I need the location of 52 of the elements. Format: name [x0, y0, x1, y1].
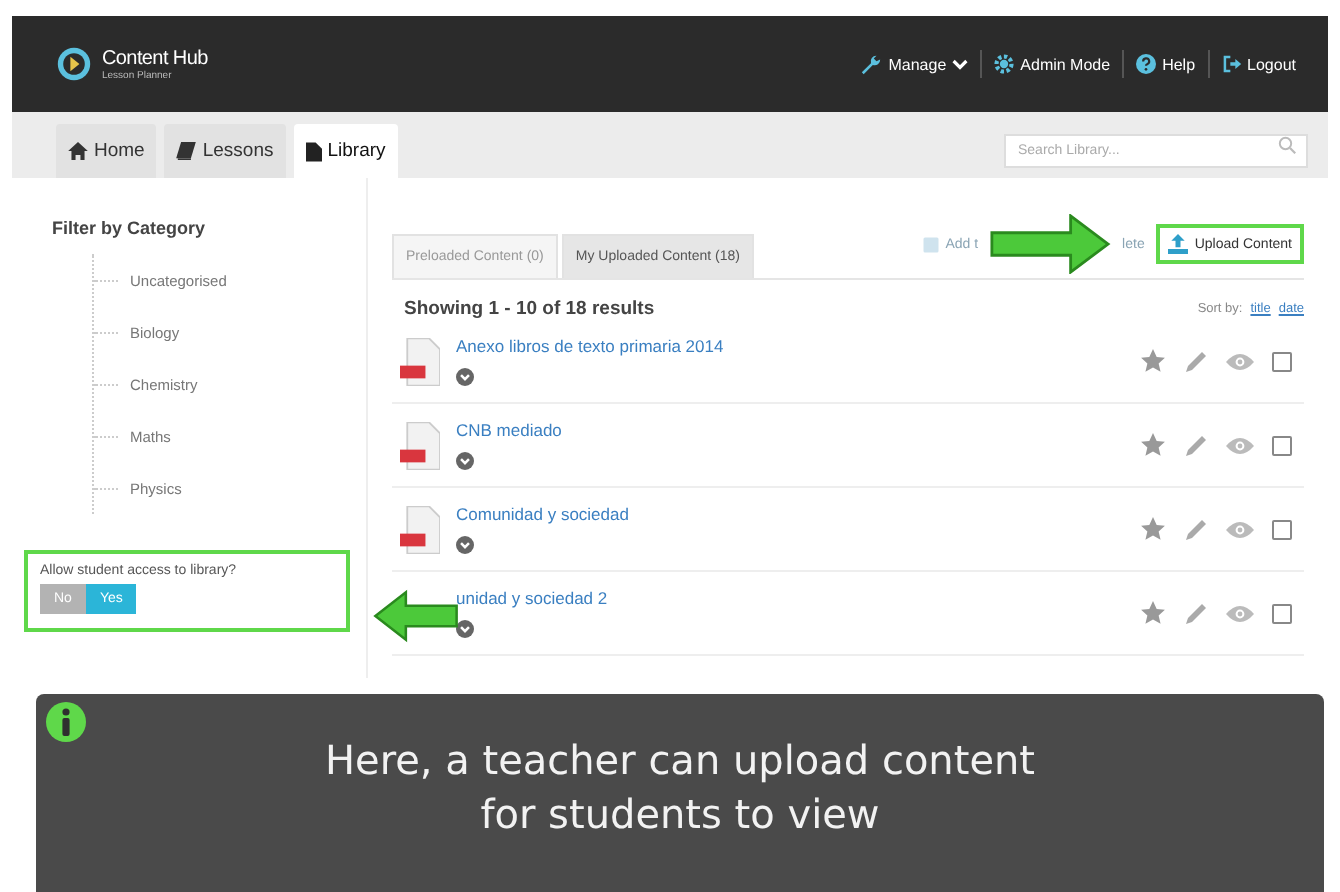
star-icon[interactable] — [1140, 432, 1166, 458]
pencil-icon[interactable] — [1184, 601, 1208, 625]
pdf-icon — [400, 505, 440, 553]
pencil-icon[interactable] — [1184, 517, 1208, 541]
nav-tab[interactable]: Home — [56, 124, 157, 178]
nav-tab[interactable]: Lessons — [164, 124, 286, 178]
info-icon — [46, 702, 86, 742]
expand-icon[interactable] — [456, 368, 474, 386]
file-title-link[interactable]: unidad y sociedad 2 — [456, 588, 608, 608]
eye-icon[interactable] — [1226, 519, 1254, 539]
eye-icon[interactable] — [1226, 603, 1254, 623]
pointer-arrow — [372, 584, 460, 648]
pdf-icon — [400, 337, 440, 385]
menu-link[interactable]: Admin Mode — [994, 54, 1111, 74]
wrench-icon — [860, 53, 883, 75]
upload-icon — [1168, 234, 1189, 254]
search-icon — [1278, 136, 1296, 154]
filter-heading: Filter by Category — [52, 218, 208, 238]
gear-icon — [994, 54, 1015, 74]
add-icon — [921, 235, 940, 253]
file-title-link[interactable]: Anexo libros de texto primaria 2014 — [456, 336, 724, 356]
home-icon — [68, 142, 88, 160]
menu-link[interactable]: Help — [1136, 54, 1196, 74]
logout-icon — [1221, 54, 1242, 74]
results-heading: Showing 1 - 10 of 18 results — [404, 298, 655, 320]
help-icon — [1136, 54, 1157, 74]
menu-link[interactable]: Logout — [1221, 54, 1296, 74]
file-title-link[interactable]: CNB mediado — [456, 420, 562, 440]
eye-icon[interactable] — [1226, 351, 1254, 371]
checkbox[interactable] — [1272, 519, 1292, 539]
star-icon[interactable] — [1140, 516, 1166, 542]
checkbox[interactable] — [1272, 603, 1292, 623]
book-icon — [176, 142, 197, 160]
app-name: Content Hub — [102, 47, 208, 69]
caption-text: for students to view — [480, 788, 880, 842]
checkbox[interactable] — [1272, 351, 1292, 371]
star-icon[interactable] — [1140, 600, 1166, 626]
expand-icon[interactable] — [456, 620, 474, 638]
pencil-icon[interactable] — [1184, 349, 1208, 373]
expand-icon[interactable] — [456, 452, 474, 470]
eye-icon[interactable] — [1226, 435, 1254, 455]
pdf-icon — [400, 421, 440, 469]
menu-link[interactable]: Manage — [860, 53, 969, 75]
nav-tab[interactable]: Library — [293, 124, 398, 178]
checkbox[interactable] — [1272, 435, 1292, 455]
pencil-icon[interactable] — [1184, 433, 1208, 457]
star-icon[interactable] — [1140, 348, 1166, 374]
expand-icon[interactable] — [456, 536, 474, 554]
logo-icon — [56, 46, 92, 82]
file-icon — [305, 141, 322, 161]
file-title-link[interactable]: Comunidad y sociedad — [456, 504, 629, 524]
caption-text: Here, a teacher can upload content — [324, 734, 1036, 788]
